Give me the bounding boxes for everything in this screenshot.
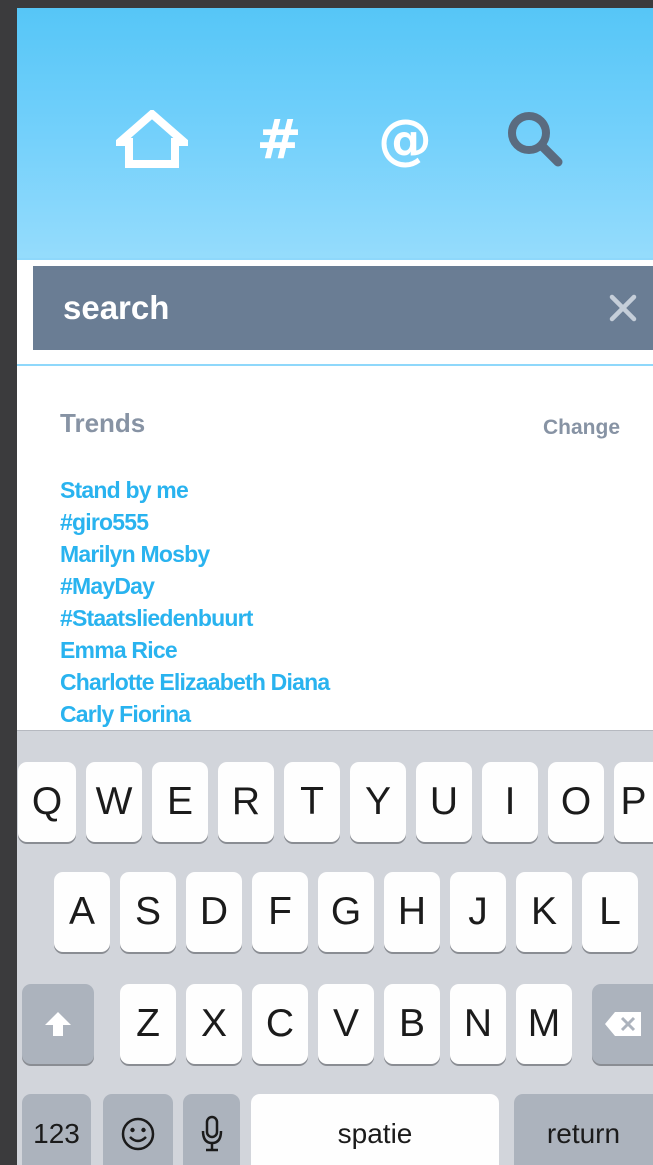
key-label: Z <box>136 1002 160 1045</box>
key-label: return <box>546 1118 621 1149</box>
key-label: U <box>429 780 459 823</box>
key-t[interactable]: T <box>284 762 340 842</box>
trend-item[interactable]: Charlotte Elizaabeth Diana <box>60 666 330 698</box>
key-p[interactable]: P <box>614 762 653 842</box>
key-label: V <box>332 1002 359 1045</box>
device-frame-top <box>0 0 653 8</box>
key-label: G <box>330 890 362 933</box>
key-d[interactable]: D <box>186 872 242 952</box>
key-label: X <box>200 1002 227 1045</box>
key-label: K <box>530 890 557 933</box>
key-i[interactable]: I <box>482 762 538 842</box>
key-b[interactable]: B <box>384 984 440 1064</box>
return-key[interactable]: return <box>514 1094 653 1165</box>
search-input[interactable] <box>33 266 593 350</box>
key-label: W <box>95 780 133 823</box>
numbers-key[interactable]: 123 <box>22 1094 91 1165</box>
trends-heading: Trends <box>60 408 146 438</box>
trend-item[interactable]: Stand by me <box>60 474 329 506</box>
key-o[interactable]: O <box>548 762 604 842</box>
key-k[interactable]: K <box>516 872 572 952</box>
key-label: E <box>166 780 193 823</box>
key-label: S <box>134 890 161 933</box>
key-label: L <box>599 890 621 933</box>
on-screen-keyboard: Q W E R T Y U I O P A S D F G H J K L Z … <box>17 730 653 1165</box>
key-label: T <box>300 780 324 823</box>
key-w[interactable]: W <box>86 762 142 842</box>
key-g[interactable]: G <box>318 872 374 952</box>
key-x[interactable]: X <box>186 984 242 1064</box>
search-icon[interactable] <box>495 104 575 174</box>
key-h[interactable]: H <box>384 872 440 952</box>
key-label: B <box>398 1002 425 1045</box>
key-label: N <box>463 1002 493 1045</box>
header-nav-bar: # @ <box>17 8 653 258</box>
key-label: M <box>527 1002 561 1045</box>
emoji-key[interactable] <box>103 1094 173 1165</box>
emoji-icon <box>121 1117 155 1151</box>
close-icon[interactable] <box>593 266 653 350</box>
key-u[interactable]: U <box>416 762 472 842</box>
backspace-icon <box>604 1012 641 1036</box>
mention-icon[interactable]: @ <box>365 104 445 174</box>
key-z[interactable]: Z <box>120 984 176 1064</box>
key-m[interactable]: M <box>516 984 572 1064</box>
key-label: Y <box>364 780 391 823</box>
key-label: Q <box>31 780 63 823</box>
trend-item[interactable]: #Staatsliedenbuurt <box>60 602 329 634</box>
trends-list: Stand by me #giro555 Marilyn Mosby #MayD… <box>60 474 330 730</box>
device-frame-left <box>0 0 17 1165</box>
key-v[interactable]: V <box>318 984 374 1064</box>
key-s[interactable]: S <box>120 872 176 952</box>
key-label: F <box>268 890 292 933</box>
key-label: O <box>560 780 592 823</box>
trend-item[interactable]: #MayDay <box>60 570 329 602</box>
key-n[interactable]: N <box>450 984 506 1064</box>
delete-key[interactable] <box>592 984 653 1064</box>
shift-icon <box>45 1012 71 1036</box>
key-label: 123 <box>33 1118 80 1149</box>
trend-item[interactable]: Marilyn Mosby <box>60 538 329 570</box>
key-label: R <box>231 780 261 823</box>
key-r[interactable]: R <box>218 762 274 842</box>
app-screen: # @ Trends Change Stand by me #giro555 M… <box>17 8 653 1165</box>
key-a[interactable]: A <box>54 872 110 952</box>
key-label: I <box>504 780 516 823</box>
key-q[interactable]: Q <box>18 762 76 842</box>
search-bar <box>33 266 653 350</box>
key-f[interactable]: F <box>252 872 308 952</box>
change-trends-link[interactable]: Change <box>543 416 620 440</box>
key-label: J <box>468 890 488 933</box>
home-icon[interactable] <box>112 104 192 174</box>
key-label: P <box>620 780 647 823</box>
key-y[interactable]: Y <box>350 762 406 842</box>
hashtag-icon[interactable]: # <box>239 104 319 174</box>
trend-item[interactable]: #giro555 <box>60 506 329 538</box>
shift-key[interactable] <box>22 984 94 1064</box>
key-e[interactable]: E <box>152 762 208 842</box>
key-label: C <box>265 1002 295 1045</box>
microphone-key[interactable] <box>183 1094 240 1165</box>
space-key[interactable]: spatie <box>251 1094 499 1165</box>
key-l[interactable]: L <box>582 872 638 952</box>
key-label: spatie <box>337 1118 413 1149</box>
key-label: H <box>397 890 427 933</box>
key-j[interactable]: J <box>450 872 506 952</box>
key-label: D <box>199 890 229 933</box>
microphone-icon <box>201 1115 222 1152</box>
key-label: A <box>68 890 95 933</box>
trend-item[interactable]: Emma Rice <box>60 634 329 666</box>
trend-item[interactable]: Carly Fiorina <box>60 698 329 730</box>
key-c[interactable]: C <box>252 984 308 1064</box>
